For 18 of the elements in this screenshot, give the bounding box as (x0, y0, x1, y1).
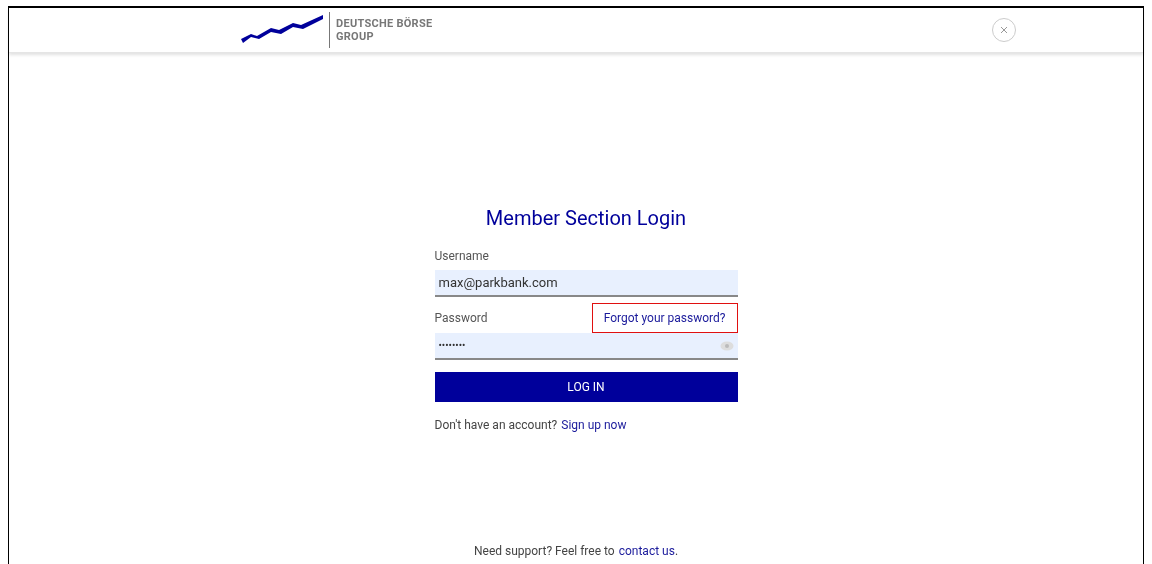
brand-name: DEUTSCHE BÖRSE (336, 17, 433, 30)
support-text: Need support? Feel free to (473, 543, 615, 560)
support-period: . (674, 543, 679, 560)
password-field[interactable]: •••••••• (434, 333, 738, 360)
signup-prompt: Don't have an account? (434, 417, 558, 434)
signup-link[interactable]: Sign up now (561, 416, 627, 434)
wave-logo-icon (241, 15, 323, 45)
username-label: Username (434, 248, 490, 265)
login-button[interactable]: LOG IN (434, 372, 738, 402)
eye-icon[interactable] (719, 340, 734, 351)
password-value: •••••••• (438, 339, 466, 353)
forgot-password-link[interactable]: Forgot your password? (591, 303, 738, 333)
login-title: Member Section Login (484, 205, 688, 232)
close-icon (1000, 26, 1009, 34)
brand-subtitle: GROUP (336, 30, 375, 43)
password-label: Password (434, 310, 488, 327)
contact-link[interactable]: contact us (618, 542, 675, 560)
username-field[interactable]: max@parkbank.com (434, 270, 738, 297)
